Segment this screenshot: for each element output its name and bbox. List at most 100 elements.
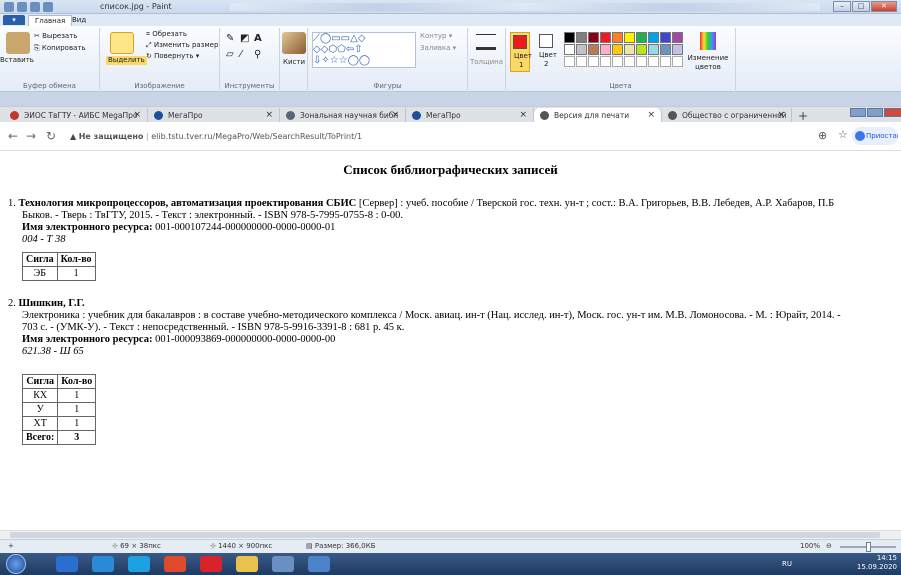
- url-field[interactable]: ▲ Не защищено | elib.tstu.tver.ru/MegaPr…: [70, 128, 770, 145]
- custom-color-slot[interactable]: [648, 56, 659, 67]
- palette-swatch[interactable]: [588, 44, 599, 55]
- custom-color-slot[interactable]: [588, 56, 599, 67]
- close-tab-icon[interactable]: ×: [647, 108, 655, 123]
- palette-swatch[interactable]: [624, 44, 635, 55]
- crop-button[interactable]: ⌗ Обрезать: [146, 30, 187, 39]
- reload-icon[interactable]: ↻: [46, 129, 56, 143]
- rotate-button[interactable]: ↻ Повернуть ▾: [146, 52, 199, 61]
- close-tab-icon[interactable]: ×: [777, 108, 785, 123]
- clock[interactable]: 14:15 15.09.2020: [857, 554, 897, 572]
- text-tool-icon[interactable]: A: [254, 34, 262, 44]
- palette-swatch[interactable]: [600, 32, 611, 43]
- palette-swatch[interactable]: [576, 32, 587, 43]
- palette-swatch[interactable]: [660, 32, 671, 43]
- select-button[interactable]: Выделить: [106, 56, 147, 65]
- redo-icon[interactable]: [43, 2, 53, 12]
- zoom-out-icon[interactable]: ⊖: [826, 540, 832, 553]
- yandex-browser-icon[interactable]: [200, 556, 222, 572]
- palette-swatch[interactable]: [564, 44, 575, 55]
- pencil-icon[interactable]: ✎: [226, 34, 234, 44]
- paint-taskbar-icon[interactable]: [308, 556, 330, 572]
- size-icon[interactable]: [476, 34, 496, 50]
- fill-icon[interactable]: ◩: [240, 34, 249, 44]
- bookmark-star-icon[interactable]: ☆: [838, 128, 848, 141]
- color1-button[interactable]: Цвет 1: [510, 32, 532, 72]
- close-tab-icon[interactable]: ×: [265, 108, 273, 123]
- edit-colors-button[interactable]: Изменение цветов: [686, 54, 730, 72]
- paste-button[interactable]: Вставить: [0, 56, 34, 65]
- palette-swatch[interactable]: [600, 44, 611, 55]
- forward-icon[interactable]: →: [26, 129, 36, 143]
- palette-swatch[interactable]: [672, 44, 683, 55]
- pinned-app-icon[interactable]: [272, 556, 294, 572]
- chrome-icon[interactable]: [164, 556, 186, 572]
- paste-icon[interactable]: [6, 32, 30, 54]
- magnifier-icon[interactable]: ⚲: [254, 50, 261, 60]
- file-explorer-icon[interactable]: [236, 556, 258, 572]
- browser-tab-company[interactable]: Общество с ограниченной ×: [662, 108, 792, 123]
- custom-color-slot[interactable]: [564, 56, 575, 67]
- resize-button[interactable]: ⤢ Изменить размер: [146, 41, 218, 50]
- close-tab-icon[interactable]: ×: [133, 108, 141, 123]
- color2-button[interactable]: Цвет 2: [536, 32, 557, 72]
- media-player-icon[interactable]: [92, 556, 114, 572]
- maximize-button[interactable]: □: [852, 1, 870, 12]
- edit-colors-icon[interactable]: [700, 32, 716, 50]
- skype-icon[interactable]: [128, 556, 150, 572]
- custom-color-slot[interactable]: [576, 56, 587, 67]
- palette-swatch[interactable]: [660, 44, 671, 55]
- custom-color-slot[interactable]: [624, 56, 635, 67]
- palette-swatch[interactable]: [672, 32, 683, 43]
- palette-swatch[interactable]: [624, 32, 635, 43]
- custom-color-slot[interactable]: [636, 56, 647, 67]
- minimize-button[interactable]: –: [833, 1, 851, 12]
- scrollbar-thumb[interactable]: [10, 532, 880, 538]
- start-button[interactable]: [6, 554, 26, 574]
- custom-color-slot[interactable]: [612, 56, 623, 67]
- palette-swatch[interactable]: [576, 44, 587, 55]
- zoom-slider[interactable]: [840, 542, 896, 552]
- copy-button[interactable]: ⎘ Копировать: [34, 44, 86, 53]
- language-indicator[interactable]: RU: [782, 560, 792, 568]
- cut-button[interactable]: ✂ Вырезать: [34, 32, 77, 41]
- undo-icon[interactable]: [30, 2, 40, 12]
- browser-minimize-button[interactable]: [850, 108, 866, 117]
- palette-swatch[interactable]: [612, 44, 623, 55]
- close-tab-icon[interactable]: ×: [391, 108, 399, 123]
- profile-button[interactable]: Приостановлена: [852, 127, 898, 145]
- file-menu-button[interactable]: ▾: [3, 15, 25, 25]
- palette-swatch[interactable]: [636, 44, 647, 55]
- browser-tab-megapro-1[interactable]: МегаПро ×: [148, 108, 280, 123]
- palette-swatch[interactable]: [648, 32, 659, 43]
- custom-color-slot[interactable]: [600, 56, 611, 67]
- select-icon[interactable]: [110, 32, 134, 54]
- horizontal-scrollbar[interactable]: [0, 530, 901, 539]
- zoom-slider-knob[interactable]: [866, 542, 871, 552]
- brushes-button[interactable]: Кисти: [283, 58, 305, 67]
- custom-color-slot[interactable]: [672, 56, 683, 67]
- custom-color-slot[interactable]: [660, 56, 671, 67]
- outline-button[interactable]: Контур ▾: [420, 32, 452, 41]
- shapes-gallery[interactable]: ⟋◯▭▭△◇ ◇◇⬡⬠⇦⇧ ⇩✧☆☆◯◯: [312, 32, 416, 68]
- brush-icon[interactable]: [282, 32, 306, 54]
- save-icon[interactable]: [17, 2, 27, 12]
- internet-explorer-icon[interactable]: [56, 556, 78, 572]
- browser-tab-megapro-2[interactable]: МегаПро ×: [406, 108, 534, 123]
- palette-swatch[interactable]: [564, 32, 575, 43]
- palette-swatch[interactable]: [588, 32, 599, 43]
- close-button[interactable]: ✕: [871, 1, 897, 12]
- zoom-icon[interactable]: ⊕: [818, 129, 827, 142]
- color-picker-icon[interactable]: ⁄: [240, 50, 242, 60]
- browser-tab-eios[interactable]: ЭИОС ТвГТУ - АИБС MegaПро ×: [4, 108, 148, 123]
- palette-swatch[interactable]: [636, 32, 647, 43]
- close-tab-icon[interactable]: ×: [519, 108, 527, 123]
- back-icon[interactable]: ←: [8, 129, 18, 143]
- palette-swatch[interactable]: [648, 44, 659, 55]
- browser-close-button[interactable]: [884, 108, 901, 117]
- browser-maximize-button[interactable]: [867, 108, 883, 117]
- browser-tab-library[interactable]: Зональная научная библ ×: [280, 108, 406, 123]
- size-button[interactable]: Толщина: [470, 58, 503, 67]
- browser-tab-print-version[interactable]: Версия для печати ×: [534, 108, 662, 123]
- eraser-icon[interactable]: ▱: [226, 50, 234, 60]
- fill-button[interactable]: Заливка ▾: [420, 44, 456, 53]
